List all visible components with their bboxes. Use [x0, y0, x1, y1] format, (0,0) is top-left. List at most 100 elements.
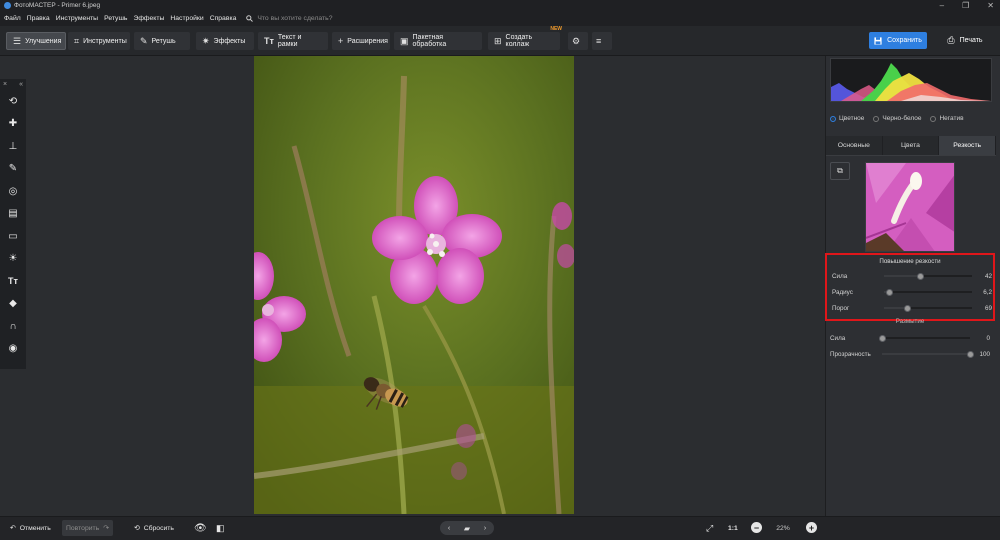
tab-basic[interactable]: Основные: [826, 136, 883, 155]
next-image-icon[interactable]: ›: [478, 521, 492, 535]
menu-help[interactable]: Справка: [210, 15, 237, 22]
batch-processing-button[interactable]: ▣ Пакетная обработка: [394, 32, 482, 50]
menu-settings[interactable]: Настройки: [170, 15, 203, 22]
zoom-out-button[interactable]: −: [751, 522, 762, 533]
radio-icon: [873, 115, 880, 122]
sharpen-threshold-slider[interactable]: Порог 69: [832, 302, 992, 314]
crop-icon: ⌗: [74, 35, 80, 46]
sharpen-title: Повышение резкости: [879, 258, 941, 265]
prev-image-icon[interactable]: ‹: [442, 521, 456, 535]
zoom-in-button[interactable]: +: [806, 522, 817, 533]
blur-strength-slider[interactable]: Сила 0: [830, 332, 990, 344]
tab-text-frames[interactable]: Tт Текст и рамки: [258, 32, 328, 50]
mode-bw-radio[interactable]: Черно-белое: [873, 115, 921, 122]
text-tool-icon[interactable]: Tт: [0, 270, 26, 293]
close-panel-icon[interactable]: ×: [3, 81, 7, 88]
blur-title: Размытие: [895, 318, 925, 325]
sharpness-preview: [865, 162, 955, 252]
slider-track[interactable]: [884, 272, 972, 280]
mode-negative-radio[interactable]: Негатив: [930, 115, 964, 122]
slider-knob[interactable]: [917, 272, 925, 280]
redo-icon: ↷: [103, 525, 109, 532]
tab-sharpness[interactable]: Резкость: [939, 136, 997, 155]
reset-button[interactable]: ⟲ Сбросить: [130, 520, 178, 536]
add-settings-icon[interactable]: ⚙: [568, 32, 588, 50]
tab-colors[interactable]: Цвета: [882, 136, 940, 155]
minimize-button[interactable]: –: [940, 1, 944, 10]
plus-icon: +: [338, 36, 344, 46]
menu-search[interactable]: Что вы хотите сделать?: [246, 15, 333, 22]
balloon-tool-icon[interactable]: ◉: [0, 338, 26, 361]
brush-icon: ✎: [140, 35, 148, 46]
collapse-panel-icon[interactable]: «: [19, 81, 23, 88]
sharpen-strength-slider[interactable]: Сила 42: [832, 270, 992, 282]
rotate-tool-icon[interactable]: ⟲: [0, 90, 26, 113]
gradient-filter-icon[interactable]: ▤: [0, 203, 26, 226]
printer-icon: ⎙: [947, 35, 955, 45]
before-after-icon[interactable]: ◧: [212, 520, 229, 536]
tab-tools[interactable]: ⌗ Инструменты: [68, 32, 130, 50]
slider-track[interactable]: [882, 350, 974, 358]
left-tool-panel: × « ⟲ ✚ ⊥ ✎ ◎ ▤ ▭ ☀ Tт ◆ ∩ ◉: [0, 79, 26, 369]
slider-knob[interactable]: [904, 304, 912, 312]
menu-retouch[interactable]: Ретушь: [104, 15, 127, 22]
redo-button[interactable]: Повторить ↷: [62, 520, 113, 536]
close-button[interactable]: ✕: [987, 1, 994, 10]
title-bar: ФотоМАСТЕР - Primer 6.jpeg: [0, 0, 1000, 11]
photo-canvas[interactable]: [254, 56, 574, 514]
folder-icon[interactable]: ▰: [460, 521, 474, 535]
stamp-tool-icon[interactable]: ⊥: [0, 135, 26, 158]
vignette-tool-icon[interactable]: ▭: [0, 225, 26, 248]
magnet-tool-icon[interactable]: ∩: [0, 315, 26, 338]
floppy-icon: [874, 36, 882, 45]
menu-bar: Файл Правка Инструменты Ретушь Эффекты Н…: [0, 11, 1000, 26]
app-logo-icon: [4, 2, 11, 9]
slider-track[interactable]: [884, 304, 972, 312]
batch-icon: ▣: [400, 35, 409, 46]
slider-track[interactable]: [878, 334, 970, 342]
radio-icon: [930, 115, 937, 122]
mode-color-radio[interactable]: Цветное: [830, 115, 864, 122]
search-icon: [246, 15, 254, 22]
tab-extensions[interactable]: + Расширения: [332, 32, 390, 50]
histogram: [830, 58, 992, 102]
eye-icon[interactable]: 👁: [190, 520, 211, 536]
heal-tool-icon[interactable]: ✚: [0, 113, 26, 136]
window-title: ФотоМАСТЕР - Primer 6.jpeg: [14, 2, 101, 9]
sharpen-radius-slider[interactable]: Радиус 6,2: [832, 286, 992, 298]
menu-effects[interactable]: Эффекты: [133, 15, 164, 22]
panel-tabs: Основные Цвета Резкость: [826, 136, 997, 156]
radial-filter-icon[interactable]: ◎: [0, 180, 26, 203]
presets-icon[interactable]: ≡: [592, 32, 612, 50]
tab-enhancements[interactable]: ☰ Улучшения: [6, 32, 66, 50]
collage-icon: ⊞: [494, 35, 502, 46]
slider-knob[interactable]: [885, 288, 893, 296]
color-mode-group: Цветное Черно-белое Негатив: [830, 115, 964, 122]
undo-button[interactable]: ↶ Отменить: [6, 520, 55, 536]
light-tool-icon[interactable]: ☀: [0, 248, 26, 271]
blur-section: Размытие Сила 0 Прозрачность 100: [825, 318, 995, 378]
undo-icon: ↶: [10, 525, 16, 532]
sparkle-icon: ✷: [202, 35, 210, 46]
slider-track[interactable]: [884, 288, 972, 296]
fill-tool-icon[interactable]: ◆: [0, 293, 26, 316]
histogram-graph: [831, 63, 991, 101]
tab-effects[interactable]: ✷ Эффекты: [196, 32, 254, 50]
brush-tool-icon[interactable]: ✎: [0, 158, 26, 181]
fit-screen-icon[interactable]: ⤢: [702, 520, 717, 536]
menu-tools[interactable]: Инструменты: [56, 15, 98, 22]
tab-retouch[interactable]: ✎ Ретушь: [134, 32, 190, 50]
print-button[interactable]: ⎙ Печать: [935, 32, 995, 49]
slider-knob[interactable]: [878, 334, 886, 342]
blur-opacity-slider[interactable]: Прозрачность 100: [830, 348, 990, 360]
maximize-button[interactable]: ❐: [962, 1, 969, 10]
menu-edit[interactable]: Правка: [27, 15, 50, 22]
create-collage-button[interactable]: ⊞ Создать коллаж NEW: [488, 26, 562, 50]
window-controls: – ❐ ✕: [940, 0, 994, 11]
compare-toggle-icon[interactable]: ⧉: [830, 162, 850, 180]
menu-file[interactable]: Файл: [4, 15, 21, 22]
actual-size-button[interactable]: 1:1: [724, 520, 742, 536]
preview-closeup-image: [866, 163, 954, 251]
sharpen-section: Повышение резкости Сила 42 Радиус 6,2 По…: [825, 253, 995, 321]
save-button[interactable]: Сохранить: [869, 32, 927, 49]
